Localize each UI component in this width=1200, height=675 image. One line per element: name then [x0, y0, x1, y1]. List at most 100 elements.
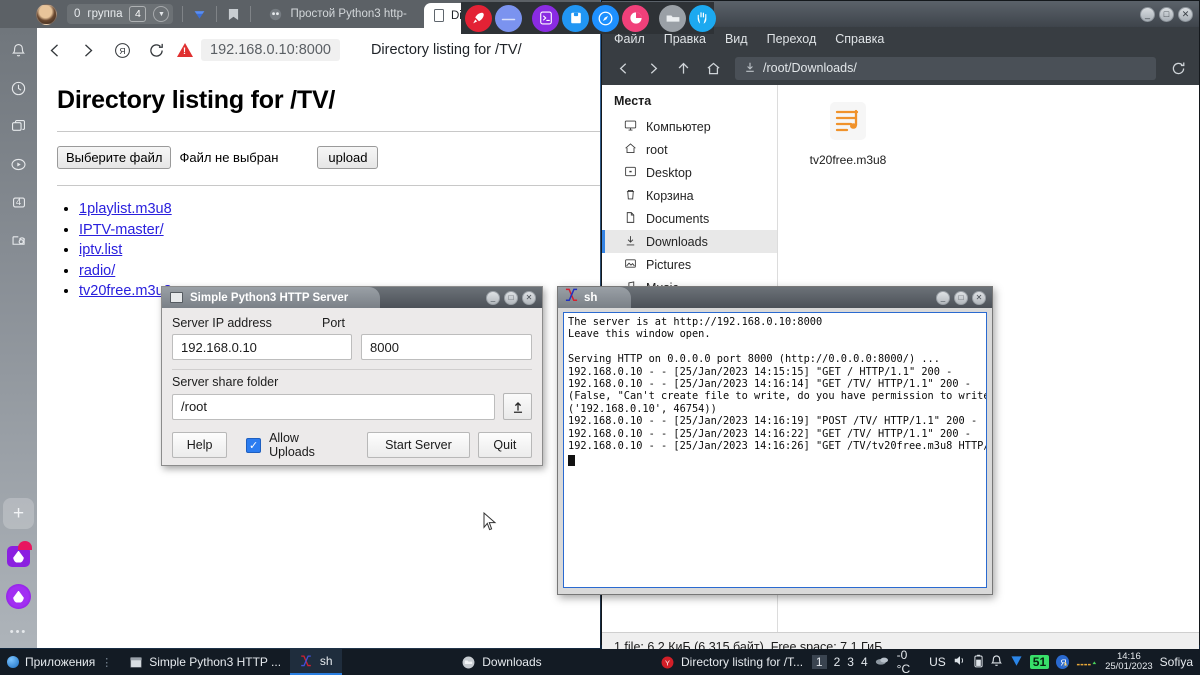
- screenshot-camera-icon[interactable]: [8, 230, 29, 251]
- pie-chart-icon[interactable]: [622, 4, 649, 32]
- maximize-button[interactable]: □: [504, 290, 518, 305]
- battery-icon[interactable]: [974, 654, 983, 671]
- volume-icon[interactable]: [953, 654, 967, 670]
- chevron-down-icon[interactable]: ▼: [153, 6, 170, 22]
- menu-view[interactable]: Вид: [725, 32, 748, 46]
- hand-wave-icon[interactable]: [689, 4, 716, 32]
- alice-app-icon[interactable]: [7, 541, 32, 567]
- divider-top: [57, 131, 600, 132]
- address-bar[interactable]: 192.168.0.10:8000: [177, 39, 340, 61]
- choose-file-button[interactable]: Выберите файл: [57, 146, 172, 169]
- share-folder-input[interactable]: /root: [172, 393, 495, 420]
- taskbar-item-python-server[interactable]: Simple Python3 HTTP ...: [119, 649, 290, 675]
- back-button[interactable]: [610, 55, 636, 81]
- file-item-tv20free[interactable]: tv20free.m3u8: [800, 99, 896, 167]
- tabs-icon[interactable]: [8, 116, 29, 137]
- avatar[interactable]: [36, 3, 57, 25]
- status-badge[interactable]: 51: [1029, 655, 1050, 669]
- dir-link[interactable]: radio/: [79, 263, 115, 279]
- video-play-icon[interactable]: [8, 154, 29, 175]
- home-button[interactable]: [700, 55, 726, 81]
- keyboard-layout[interactable]: US: [929, 655, 946, 669]
- forward-button[interactable]: [71, 33, 105, 67]
- yandex-tray-icon[interactable]: ЯA: [1056, 655, 1070, 669]
- history-clock-icon[interactable]: [8, 78, 29, 99]
- bell-icon[interactable]: [8, 40, 29, 61]
- taskbar-item-browser[interactable]: Y Directory listing for /T...: [651, 649, 812, 675]
- workspace-4[interactable]: 4: [861, 655, 868, 669]
- maximize-button[interactable]: □: [954, 290, 968, 305]
- folder-grey-icon[interactable]: [659, 4, 686, 32]
- upload-button[interactable]: upload: [317, 146, 379, 169]
- minimize-button[interactable]: _: [486, 290, 500, 305]
- workspace-1[interactable]: 1: [811, 655, 827, 669]
- user-label[interactable]: Sofiya: [1160, 655, 1193, 669]
- server-ip-input[interactable]: 192.168.0.10: [172, 334, 352, 360]
- sidebar-item-desktop[interactable]: Desktop: [602, 161, 777, 184]
- workspace-switcher[interactable]: 1 2 3 4: [811, 655, 868, 669]
- forward-button[interactable]: [640, 55, 666, 81]
- close-button[interactable]: ✕: [1178, 6, 1193, 22]
- menu-file[interactable]: Файл: [614, 32, 645, 46]
- menu-go[interactable]: Переход: [767, 32, 817, 46]
- alice-assistant-icon[interactable]: [6, 584, 31, 609]
- quit-button[interactable]: Quit: [477, 432, 532, 458]
- address-url[interactable]: 192.168.0.10:8000: [201, 39, 340, 61]
- dir-link[interactable]: IPTV-master/: [79, 222, 164, 238]
- sidebar-item-computer[interactable]: Компьютер: [602, 115, 777, 138]
- minimize-button[interactable]: _: [936, 290, 950, 305]
- workspace-2[interactable]: 2: [834, 655, 841, 669]
- workspace-3[interactable]: 3: [847, 655, 854, 669]
- blue-circle-icon[interactable]: [495, 4, 522, 32]
- sidebar-item-downloads[interactable]: Downloads: [602, 230, 777, 253]
- path-bar[interactable]: /root/Downloads/: [735, 56, 1156, 80]
- menu-help[interactable]: Справка: [835, 32, 884, 46]
- parent-folder-button[interactable]: [670, 55, 696, 81]
- terminal-titlebar[interactable]: sh _ □ ✕: [558, 287, 992, 308]
- dir-link[interactable]: 1playlist.m3u8: [79, 201, 172, 217]
- tab-group-pill[interactable]: 0 группа 4 ▼: [67, 4, 174, 24]
- dialog-titlebar[interactable]: Simple Python3 HTTP Server _ □ ✕: [162, 287, 542, 308]
- computer-icon: [624, 119, 637, 135]
- compass-icon[interactable]: [592, 4, 619, 32]
- close-button[interactable]: ✕: [972, 290, 986, 305]
- reload-button[interactable]: [1165, 55, 1191, 81]
- sidebar-item-label: root: [646, 142, 668, 157]
- sidebar-item-pictures[interactable]: Pictures: [602, 253, 777, 276]
- sidebar-more-icon[interactable]: •••: [10, 626, 28, 638]
- clock[interactable]: 14:16 25/01/2023: [1105, 651, 1153, 673]
- help-button[interactable]: Help: [172, 432, 228, 458]
- upload-arrow-icon[interactable]: [503, 393, 532, 420]
- applications-menu[interactable]: Приложения ⋮: [0, 649, 119, 675]
- maximize-button[interactable]: □: [1159, 6, 1174, 22]
- dir-link[interactable]: iptv.list: [79, 242, 122, 258]
- menu-edit[interactable]: Правка: [664, 32, 706, 46]
- sidebar-item-trash[interactable]: Корзина: [602, 184, 777, 207]
- dir-link[interactable]: tv20free.m3u8: [79, 283, 172, 299]
- sidebar-item-root[interactable]: root: [602, 138, 777, 161]
- diamond-icon[interactable]: [192, 7, 207, 22]
- counter-4-icon[interactable]: 4: [8, 192, 29, 213]
- terminal-screen[interactable]: The server is at http://192.168.0.10:800…: [563, 312, 987, 588]
- close-button[interactable]: ✕: [522, 290, 536, 305]
- file-manager-icon[interactable]: [562, 4, 589, 32]
- start-server-button[interactable]: Start Server: [367, 432, 470, 458]
- yandex-logo-icon[interactable]: Я: [105, 33, 139, 67]
- server-port-input[interactable]: 8000: [361, 334, 532, 360]
- add-button[interactable]: +: [3, 498, 34, 529]
- bell-icon[interactable]: [990, 654, 1003, 671]
- network-graph-icon[interactable]: [1076, 655, 1098, 670]
- tab-python-server[interactable]: Простой Python3 http-: [268, 7, 407, 22]
- reload-button[interactable]: [139, 33, 173, 67]
- shield-icon[interactable]: [1010, 654, 1023, 670]
- rocket-launcher-icon[interactable]: [465, 4, 492, 32]
- weather-temperature[interactable]: -0 °C: [897, 648, 922, 675]
- terminal-icon[interactable]: [532, 4, 559, 32]
- minimize-button[interactable]: _: [1140, 6, 1155, 22]
- taskbar-item-sh[interactable]: sh: [289, 649, 343, 675]
- back-button[interactable]: [37, 33, 71, 67]
- sidebar-item-documents[interactable]: Documents: [602, 207, 777, 230]
- taskbar-item-downloads[interactable]: Downloads: [452, 649, 551, 675]
- allow-uploads-checkbox[interactable]: ✓ Allow Uploads: [246, 431, 347, 459]
- bookmark-icon[interactable]: [226, 7, 241, 22]
